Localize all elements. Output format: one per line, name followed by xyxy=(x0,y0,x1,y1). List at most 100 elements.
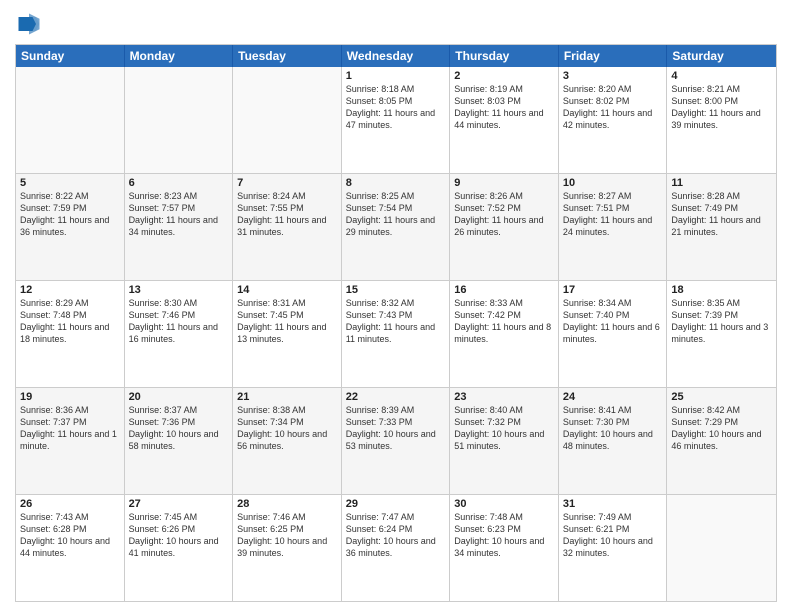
header-day-thursday: Thursday xyxy=(450,45,559,67)
empty-cell xyxy=(233,67,342,173)
day-cell-16: 16Sunrise: 8:33 AM Sunset: 7:42 PM Dayli… xyxy=(450,281,559,387)
day-cell-5: 5Sunrise: 8:22 AM Sunset: 7:59 PM Daylig… xyxy=(16,174,125,280)
day-number: 22 xyxy=(346,391,446,403)
day-number: 10 xyxy=(563,177,663,189)
cell-details: Sunrise: 8:31 AM Sunset: 7:45 PM Dayligh… xyxy=(237,297,337,346)
header-day-friday: Friday xyxy=(559,45,668,67)
day-number: 16 xyxy=(454,284,554,296)
day-number: 17 xyxy=(563,284,663,296)
cell-details: Sunrise: 8:23 AM Sunset: 7:57 PM Dayligh… xyxy=(129,190,229,239)
day-cell-15: 15Sunrise: 8:32 AM Sunset: 7:43 PM Dayli… xyxy=(342,281,451,387)
cell-details: Sunrise: 8:28 AM Sunset: 7:49 PM Dayligh… xyxy=(671,190,772,239)
day-number: 12 xyxy=(20,284,120,296)
empty-cell xyxy=(667,495,776,601)
day-cell-25: 25Sunrise: 8:42 AM Sunset: 7:29 PM Dayli… xyxy=(667,388,776,494)
day-number: 6 xyxy=(129,177,229,189)
cell-details: Sunrise: 8:33 AM Sunset: 7:42 PM Dayligh… xyxy=(454,297,554,346)
day-cell-2: 2Sunrise: 8:19 AM Sunset: 8:03 PM Daylig… xyxy=(450,67,559,173)
header-day-sunday: Sunday xyxy=(16,45,125,67)
day-number: 25 xyxy=(671,391,772,403)
day-number: 11 xyxy=(671,177,772,189)
header-day-saturday: Saturday xyxy=(667,45,776,67)
cell-details: Sunrise: 8:18 AM Sunset: 8:05 PM Dayligh… xyxy=(346,83,446,132)
day-cell-18: 18Sunrise: 8:35 AM Sunset: 7:39 PM Dayli… xyxy=(667,281,776,387)
day-cell-7: 7Sunrise: 8:24 AM Sunset: 7:55 PM Daylig… xyxy=(233,174,342,280)
day-cell-30: 30Sunrise: 7:48 AM Sunset: 6:23 PM Dayli… xyxy=(450,495,559,601)
cell-details: Sunrise: 8:20 AM Sunset: 8:02 PM Dayligh… xyxy=(563,83,663,132)
day-cell-11: 11Sunrise: 8:28 AM Sunset: 7:49 PM Dayli… xyxy=(667,174,776,280)
day-cell-6: 6Sunrise: 8:23 AM Sunset: 7:57 PM Daylig… xyxy=(125,174,234,280)
day-number: 3 xyxy=(563,70,663,82)
day-number: 9 xyxy=(454,177,554,189)
day-cell-26: 26Sunrise: 7:43 AM Sunset: 6:28 PM Dayli… xyxy=(16,495,125,601)
cell-details: Sunrise: 8:32 AM Sunset: 7:43 PM Dayligh… xyxy=(346,297,446,346)
day-cell-24: 24Sunrise: 8:41 AM Sunset: 7:30 PM Dayli… xyxy=(559,388,668,494)
cell-details: Sunrise: 7:46 AM Sunset: 6:25 PM Dayligh… xyxy=(237,511,337,560)
day-number: 23 xyxy=(454,391,554,403)
cell-details: Sunrise: 8:42 AM Sunset: 7:29 PM Dayligh… xyxy=(671,404,772,453)
day-cell-4: 4Sunrise: 8:21 AM Sunset: 8:00 PM Daylig… xyxy=(667,67,776,173)
cell-details: Sunrise: 8:24 AM Sunset: 7:55 PM Dayligh… xyxy=(237,190,337,239)
day-cell-8: 8Sunrise: 8:25 AM Sunset: 7:54 PM Daylig… xyxy=(342,174,451,280)
calendar-row-4: 26Sunrise: 7:43 AM Sunset: 6:28 PM Dayli… xyxy=(16,494,776,601)
day-number: 28 xyxy=(237,498,337,510)
day-number: 19 xyxy=(20,391,120,403)
cell-details: Sunrise: 8:37 AM Sunset: 7:36 PM Dayligh… xyxy=(129,404,229,453)
day-cell-14: 14Sunrise: 8:31 AM Sunset: 7:45 PM Dayli… xyxy=(233,281,342,387)
day-number: 2 xyxy=(454,70,554,82)
day-cell-17: 17Sunrise: 8:34 AM Sunset: 7:40 PM Dayli… xyxy=(559,281,668,387)
cell-details: Sunrise: 8:29 AM Sunset: 7:48 PM Dayligh… xyxy=(20,297,120,346)
day-number: 27 xyxy=(129,498,229,510)
day-cell-20: 20Sunrise: 8:37 AM Sunset: 7:36 PM Dayli… xyxy=(125,388,234,494)
day-cell-29: 29Sunrise: 7:47 AM Sunset: 6:24 PM Dayli… xyxy=(342,495,451,601)
day-cell-1: 1Sunrise: 8:18 AM Sunset: 8:05 PM Daylig… xyxy=(342,67,451,173)
logo xyxy=(15,10,47,38)
calendar-row-2: 12Sunrise: 8:29 AM Sunset: 7:48 PM Dayli… xyxy=(16,280,776,387)
day-cell-27: 27Sunrise: 7:45 AM Sunset: 6:26 PM Dayli… xyxy=(125,495,234,601)
cell-details: Sunrise: 8:26 AM Sunset: 7:52 PM Dayligh… xyxy=(454,190,554,239)
day-cell-21: 21Sunrise: 8:38 AM Sunset: 7:34 PM Dayli… xyxy=(233,388,342,494)
empty-cell xyxy=(16,67,125,173)
day-number: 1 xyxy=(346,70,446,82)
calendar-row-3: 19Sunrise: 8:36 AM Sunset: 7:37 PM Dayli… xyxy=(16,387,776,494)
day-number: 24 xyxy=(563,391,663,403)
day-number: 29 xyxy=(346,498,446,510)
day-number: 14 xyxy=(237,284,337,296)
cell-details: Sunrise: 8:25 AM Sunset: 7:54 PM Dayligh… xyxy=(346,190,446,239)
calendar-body: 1Sunrise: 8:18 AM Sunset: 8:05 PM Daylig… xyxy=(16,67,776,601)
day-number: 8 xyxy=(346,177,446,189)
calendar-row-0: 1Sunrise: 8:18 AM Sunset: 8:05 PM Daylig… xyxy=(16,67,776,173)
day-cell-12: 12Sunrise: 8:29 AM Sunset: 7:48 PM Dayli… xyxy=(16,281,125,387)
header-day-wednesday: Wednesday xyxy=(342,45,451,67)
day-number: 15 xyxy=(346,284,446,296)
day-cell-10: 10Sunrise: 8:27 AM Sunset: 7:51 PM Dayli… xyxy=(559,174,668,280)
cell-details: Sunrise: 7:45 AM Sunset: 6:26 PM Dayligh… xyxy=(129,511,229,560)
cell-details: Sunrise: 7:43 AM Sunset: 6:28 PM Dayligh… xyxy=(20,511,120,560)
day-cell-23: 23Sunrise: 8:40 AM Sunset: 7:32 PM Dayli… xyxy=(450,388,559,494)
day-number: 5 xyxy=(20,177,120,189)
cell-details: Sunrise: 7:47 AM Sunset: 6:24 PM Dayligh… xyxy=(346,511,446,560)
cell-details: Sunrise: 8:41 AM Sunset: 7:30 PM Dayligh… xyxy=(563,404,663,453)
cell-details: Sunrise: 8:35 AM Sunset: 7:39 PM Dayligh… xyxy=(671,297,772,346)
day-cell-3: 3Sunrise: 8:20 AM Sunset: 8:02 PM Daylig… xyxy=(559,67,668,173)
cell-details: Sunrise: 7:48 AM Sunset: 6:23 PM Dayligh… xyxy=(454,511,554,560)
calendar: SundayMondayTuesdayWednesdayThursdayFrid… xyxy=(15,44,777,602)
empty-cell xyxy=(125,67,234,173)
cell-details: Sunrise: 8:30 AM Sunset: 7:46 PM Dayligh… xyxy=(129,297,229,346)
header-day-tuesday: Tuesday xyxy=(233,45,342,67)
cell-details: Sunrise: 8:19 AM Sunset: 8:03 PM Dayligh… xyxy=(454,83,554,132)
calendar-row-1: 5Sunrise: 8:22 AM Sunset: 7:59 PM Daylig… xyxy=(16,173,776,280)
calendar-header: SundayMondayTuesdayWednesdayThursdayFrid… xyxy=(16,45,776,67)
day-number: 13 xyxy=(129,284,229,296)
header xyxy=(15,10,777,38)
cell-details: Sunrise: 8:40 AM Sunset: 7:32 PM Dayligh… xyxy=(454,404,554,453)
day-number: 18 xyxy=(671,284,772,296)
day-number: 31 xyxy=(563,498,663,510)
cell-details: Sunrise: 7:49 AM Sunset: 6:21 PM Dayligh… xyxy=(563,511,663,560)
day-cell-28: 28Sunrise: 7:46 AM Sunset: 6:25 PM Dayli… xyxy=(233,495,342,601)
day-cell-19: 19Sunrise: 8:36 AM Sunset: 7:37 PM Dayli… xyxy=(16,388,125,494)
cell-details: Sunrise: 8:22 AM Sunset: 7:59 PM Dayligh… xyxy=(20,190,120,239)
day-cell-31: 31Sunrise: 7:49 AM Sunset: 6:21 PM Dayli… xyxy=(559,495,668,601)
cell-details: Sunrise: 8:38 AM Sunset: 7:34 PM Dayligh… xyxy=(237,404,337,453)
page: SundayMondayTuesdayWednesdayThursdayFrid… xyxy=(0,0,792,612)
